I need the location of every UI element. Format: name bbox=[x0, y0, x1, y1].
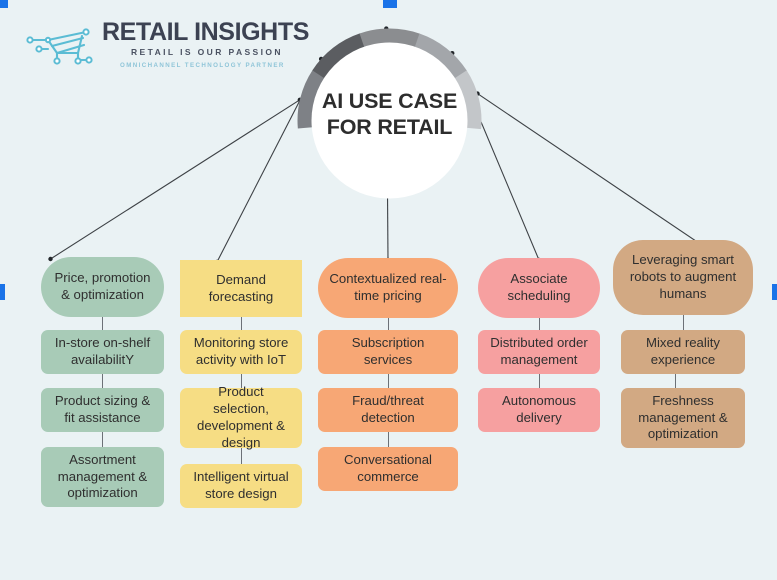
node-item-smart-robots-2[interactable]: Freshness management & optimization bbox=[621, 388, 745, 448]
column-connector-stub bbox=[102, 432, 104, 447]
node-label: Subscription services bbox=[351, 335, 425, 367]
node-label: Associate scheduling bbox=[507, 271, 571, 303]
node-label: Conversational commerce bbox=[344, 452, 432, 484]
node-label: Leveraging smart robots to augment human… bbox=[629, 252, 737, 301]
node-label: Mixed reality experience bbox=[645, 335, 721, 367]
handle-top-left[interactable] bbox=[0, 0, 8, 8]
node-item-price-promotion-1[interactable]: In-store on-shelf availabilitY bbox=[41, 330, 164, 374]
column-connector-stub bbox=[102, 317, 104, 330]
node-head-associate-scheduling[interactable]: Associate scheduling bbox=[478, 258, 600, 318]
logo-subtagline: OMNICHANNEL TECHNOLOGY PARTNER bbox=[120, 62, 285, 69]
hub-title: AI USE CASE FOR RETAIL bbox=[297, 88, 482, 140]
node-label: Monitoring store activity with IoT bbox=[193, 335, 289, 367]
node-item-demand-forecasting-1[interactable]: Monitoring store activity with IoT bbox=[180, 330, 302, 374]
handle-left-middle[interactable] bbox=[0, 284, 5, 300]
column-connector-stub bbox=[387, 432, 389, 447]
node-label: In-store on-shelf availabilitY bbox=[54, 335, 151, 367]
central-hub: AI USE CASE FOR RETAIL bbox=[297, 28, 482, 218]
node-head-demand-forecasting[interactable]: Demand forecasting bbox=[180, 260, 302, 317]
node-item-price-promotion-2[interactable]: Product sizing & fit assistance bbox=[41, 388, 164, 432]
node-item-contextualized-pricing-1[interactable]: Subscription services bbox=[318, 330, 458, 374]
logo-tagline: RETAIL IS OUR PASSION bbox=[131, 47, 283, 57]
column-connector-stub bbox=[538, 318, 540, 330]
node-item-associate-scheduling-2[interactable]: Autonomous delivery bbox=[478, 388, 600, 432]
column-connector-stub bbox=[387, 374, 389, 388]
column-connector-stub bbox=[240, 317, 242, 330]
node-head-smart-robots[interactable]: Leveraging smart robots to augment human… bbox=[613, 240, 753, 315]
node-label: Contextualized real-time pricing bbox=[329, 271, 447, 303]
node-item-smart-robots-1[interactable]: Mixed reality experience bbox=[621, 330, 745, 374]
node-item-contextualized-pricing-2[interactable]: Fraud/threat detection bbox=[318, 388, 458, 432]
node-item-contextualized-pricing-3[interactable]: Conversational commerce bbox=[318, 447, 458, 491]
node-label: Freshness management & optimization bbox=[638, 392, 728, 442]
connector-line-price-promotion bbox=[50, 99, 301, 260]
node-head-contextualized-pricing[interactable]: Contextualized real-time pricing bbox=[318, 258, 458, 318]
shopping-cart-circuit-icon bbox=[26, 28, 93, 65]
node-item-associate-scheduling-1[interactable]: Distributed order management bbox=[478, 330, 600, 374]
node-label: Price, promotion & optimization bbox=[54, 270, 151, 302]
hub-title-line-1: AI USE CASE bbox=[321, 89, 458, 113]
hub-title-line-2: FOR RETAIL bbox=[326, 115, 453, 140]
connector-line-smart-robots bbox=[477, 93, 728, 263]
node-label: Assortment management & optimization bbox=[57, 451, 148, 501]
column-connector-stub bbox=[102, 374, 104, 388]
column-connector-stub bbox=[674, 374, 676, 388]
infographic-canvas: RETAIL INSIGHTS RETAIL IS OUR PASSION OM… bbox=[0, 0, 777, 580]
node-label: Fraud/threat detection bbox=[352, 393, 424, 425]
column-connector-stub bbox=[538, 374, 540, 388]
node-head-price-promotion[interactable]: Price, promotion & optimization bbox=[41, 257, 164, 317]
connector-dot-end-price-promotion bbox=[48, 256, 53, 262]
node-label: Distributed order management bbox=[490, 335, 588, 367]
handle-top-center[interactable] bbox=[383, 0, 397, 8]
column-connector-stub bbox=[387, 318, 389, 330]
logo-wordmark: RETAIL INSIGHTS bbox=[102, 18, 309, 46]
node-item-demand-forecasting-2[interactable]: Product selection, development & design bbox=[180, 384, 302, 450]
retail-insights-logo: RETAIL INSIGHTS RETAIL IS OUR PASSION OM… bbox=[26, 18, 309, 74]
node-label: Intelligent virtual store design bbox=[193, 469, 289, 501]
node-label: Demand forecasting bbox=[208, 271, 274, 304]
node-label: Autonomous delivery bbox=[501, 393, 577, 425]
column-connector-stub bbox=[682, 315, 684, 330]
node-item-price-promotion-3[interactable]: Assortment management & optimization bbox=[41, 447, 164, 507]
handle-right-middle[interactable] bbox=[772, 284, 777, 300]
node-item-demand-forecasting-3[interactable]: Intelligent virtual store design bbox=[180, 464, 302, 508]
node-label: Product selection, development & design bbox=[197, 384, 285, 450]
node-label: Product sizing & fit assistance bbox=[54, 393, 151, 425]
